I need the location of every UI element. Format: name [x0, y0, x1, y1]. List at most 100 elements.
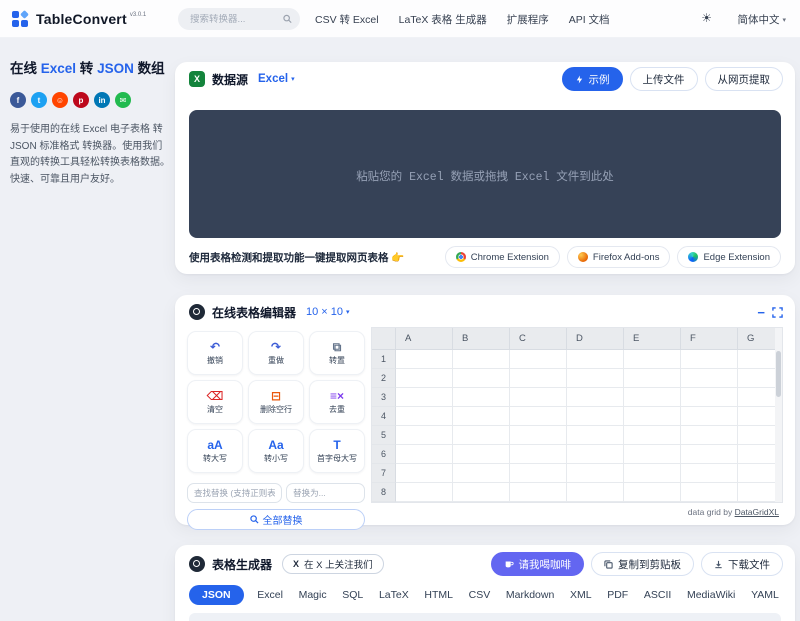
tab-sql[interactable]: SQL [340, 585, 365, 605]
cell[interactable] [453, 369, 510, 388]
delete-empty-rows-button[interactable]: ⊟ 删除空行 [248, 380, 304, 424]
cell[interactable] [681, 445, 738, 464]
cell[interactable] [567, 350, 624, 369]
download-file-button[interactable]: 下载文件 [701, 552, 783, 576]
uppercase-button[interactable]: aA 转大写 [187, 429, 243, 473]
spreadsheet-grid[interactable]: ABCDEFG 12345678 [371, 327, 783, 503]
row-header[interactable]: 6 [372, 445, 396, 464]
cell[interactable] [510, 369, 567, 388]
tab-excel[interactable]: Excel [255, 585, 285, 605]
replace-all-button[interactable]: 全部替换 [187, 509, 365, 530]
converter-search[interactable] [178, 8, 300, 30]
grid-corner-cell[interactable] [372, 328, 396, 350]
cell[interactable] [453, 407, 510, 426]
tab-yaml[interactable]: YAML [749, 585, 781, 605]
row-header[interactable]: 8 [372, 483, 396, 502]
row-header[interactable]: 5 [372, 426, 396, 445]
cell[interactable] [510, 483, 567, 502]
grid-scrollbar[interactable] [775, 328, 782, 502]
cell[interactable] [681, 464, 738, 483]
follow-x-badge[interactable]: X 在 X 上关注我们 [282, 554, 384, 574]
cell[interactable] [624, 445, 681, 464]
tab-markdown[interactable]: Markdown [504, 585, 556, 605]
cell[interactable] [453, 426, 510, 445]
cell[interactable] [567, 426, 624, 445]
tab-html[interactable]: HTML [422, 585, 455, 605]
cell[interactable] [453, 445, 510, 464]
fullscreen-button[interactable] [772, 306, 783, 318]
output-editor[interactable] [189, 613, 781, 621]
edge-extension-button[interactable]: Edge Extension [677, 246, 781, 268]
cell[interactable] [681, 369, 738, 388]
firefox-extension-button[interactable]: Firefox Add-ons [566, 246, 671, 268]
tab-csv[interactable]: CSV [467, 585, 493, 605]
reddit-icon[interactable]: ☺ [52, 92, 68, 109]
cell[interactable] [453, 350, 510, 369]
cell[interactable] [396, 369, 453, 388]
cell[interactable] [567, 407, 624, 426]
example-button[interactable]: 示例 [561, 67, 623, 91]
row-header[interactable]: 4 [372, 407, 396, 426]
find-input[interactable] [187, 483, 283, 503]
tab-mediawiki[interactable]: MediaWiki [685, 585, 737, 605]
cell[interactable] [510, 464, 567, 483]
cell[interactable] [396, 483, 453, 502]
cell[interactable] [681, 350, 738, 369]
capitalize-button[interactable]: T 首字母大写 [309, 429, 365, 473]
undo-button[interactable]: ↶ 撤销 [187, 331, 243, 375]
cell[interactable] [567, 464, 624, 483]
cell[interactable] [453, 388, 510, 407]
upload-file-button[interactable]: 上传文件 [629, 67, 698, 91]
extract-from-web-button[interactable]: 从网页提取 [704, 67, 783, 91]
facebook-icon[interactable]: f [10, 92, 26, 109]
buy-coffee-button[interactable]: 请我喝咖啡 [490, 552, 584, 576]
cell[interactable] [681, 407, 738, 426]
column-header[interactable]: A [396, 328, 453, 350]
tab-json[interactable]: JSON [189, 585, 244, 605]
cell[interactable] [567, 388, 624, 407]
row-header[interactable]: 2 [372, 369, 396, 388]
cell[interactable] [567, 445, 624, 464]
line-icon[interactable]: ✉ [115, 92, 131, 109]
transpose-button[interactable]: ⧉ 转置 [309, 331, 365, 375]
twitter-icon[interactable]: t [31, 92, 47, 109]
paste-data-textarea[interactable] [189, 110, 781, 238]
chrome-extension-button[interactable]: Chrome Extension [444, 246, 560, 268]
cell[interactable] [681, 388, 738, 407]
cell[interactable] [624, 464, 681, 483]
search-input[interactable] [190, 13, 283, 25]
redo-button[interactable]: ↷ 重做 [248, 331, 304, 375]
cell[interactable] [510, 388, 567, 407]
row-header[interactable]: 1 [372, 350, 396, 369]
replace-input[interactable] [286, 483, 365, 503]
cell[interactable] [624, 388, 681, 407]
column-header[interactable]: B [453, 328, 510, 350]
cell[interactable] [624, 369, 681, 388]
linkedin-icon[interactable]: in [94, 92, 110, 109]
cell[interactable] [396, 464, 453, 483]
datagridxl-link[interactable]: DataGridXL [735, 507, 779, 517]
column-header[interactable]: C [510, 328, 567, 350]
cell[interactable] [681, 483, 738, 502]
cell[interactable] [396, 350, 453, 369]
grid-size-selector[interactable]: 10 × 10 ▾ [306, 306, 350, 318]
row-header[interactable]: 7 [372, 464, 396, 483]
language-selector[interactable]: 简体中文 ▾ [737, 12, 786, 27]
cell[interactable] [624, 350, 681, 369]
cell[interactable] [396, 388, 453, 407]
deduplicate-button[interactable]: ≡× 去重 [309, 380, 365, 424]
clear-button[interactable]: ⌫ 清空 [187, 380, 243, 424]
cell[interactable] [396, 426, 453, 445]
cell[interactable] [396, 407, 453, 426]
cell[interactable] [624, 426, 681, 445]
column-header[interactable]: F [681, 328, 738, 350]
collapse-button[interactable]: − [757, 306, 765, 319]
cell[interactable] [624, 483, 681, 502]
cell[interactable] [567, 369, 624, 388]
row-header[interactable]: 3 [372, 388, 396, 407]
cell[interactable] [510, 426, 567, 445]
cell[interactable] [510, 407, 567, 426]
source-type-selector[interactable]: Excel ▾ [258, 73, 295, 85]
cell[interactable] [453, 483, 510, 502]
nav-link[interactable]: API 文档 [569, 12, 610, 27]
